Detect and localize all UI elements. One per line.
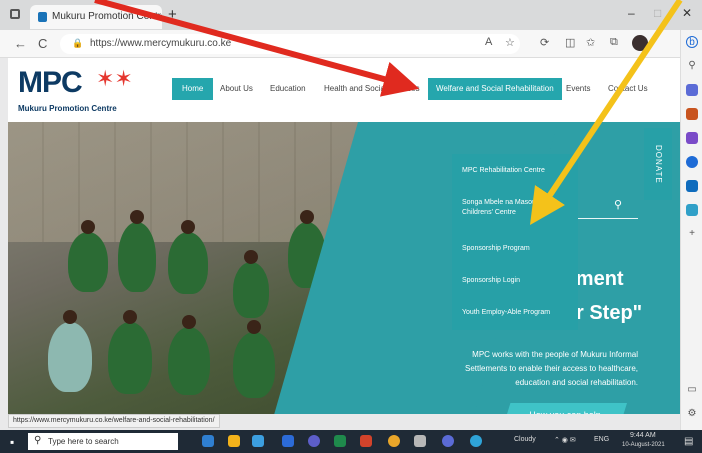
nav-contact[interactable]: Contact Us — [608, 78, 648, 100]
nav-events[interactable]: Events — [566, 78, 590, 100]
photo-child — [168, 220, 208, 294]
browser-tab-strip: Mukuru Promotion Centre × + – □ ✕ — [0, 0, 702, 30]
favorites-icon[interactable]: ✩ — [586, 36, 595, 49]
taskbar-search-placeholder: Type here to search — [48, 437, 119, 446]
site-search-icon[interactable]: ⚲ — [614, 198, 622, 211]
word-icon[interactable] — [282, 435, 294, 447]
app-icon[interactable] — [414, 435, 426, 447]
office-icon[interactable] — [686, 156, 698, 168]
search-icon[interactable]: ⚲ — [686, 60, 698, 72]
browser-tab[interactable]: Mukuru Promotion Centre × — [30, 5, 162, 29]
maximize-button[interactable]: □ — [654, 6, 661, 20]
tab-title: Mukuru Promotion Centre — [52, 11, 162, 22]
outlook-icon[interactable] — [686, 180, 698, 192]
skype-icon[interactable] — [308, 435, 320, 447]
edge-icon[interactable] — [470, 435, 482, 447]
photo-child — [48, 310, 92, 392]
tab-close-icon[interactable]: × — [150, 10, 156, 22]
logo-subtitle: Mukuru Promotion Centre — [18, 104, 117, 113]
profile-avatar[interactable] — [632, 35, 648, 51]
chrome-icon[interactable] — [388, 435, 400, 447]
back-button[interactable]: ← — [14, 36, 27, 51]
new-tab-button[interactable]: + — [168, 6, 177, 23]
photo-child — [233, 320, 275, 398]
weather-text[interactable]: Cloudy — [514, 436, 536, 443]
photo-child — [68, 220, 108, 292]
collections-icon[interactable]: ⧉ — [610, 36, 618, 49]
mail-icon[interactable] — [252, 435, 264, 447]
read-aloud-icon[interactable]: A — [485, 36, 492, 48]
nav-welfare[interactable]: Welfare and Social Rehabilitation — [428, 78, 562, 100]
hero-description: MPC works with the people of Mukuru Info… — [465, 350, 638, 387]
drop-icon[interactable] — [686, 204, 698, 216]
window-menu-icon[interactable] — [10, 9, 20, 19]
site-favicon-icon — [38, 12, 47, 22]
language-indicator[interactable]: ENG — [594, 436, 609, 443]
taskview-icon[interactable] — [202, 435, 214, 447]
lock-icon: 🔒 — [72, 38, 84, 48]
logo-figures-icon: ✶✶ — [96, 66, 133, 91]
hero-banner: ⚲ DONATE rment r Step" MPC works with th… — [8, 122, 680, 414]
nav-health[interactable]: Health and Social Services — [324, 78, 420, 100]
site-header: MPC ✶✶ Mukuru Promotion Centre Home Abou… — [8, 58, 680, 122]
edge-sidebar: b ⚲ + ▭ ⚙ — [680, 30, 702, 430]
file-explorer-icon[interactable] — [228, 435, 240, 447]
hero-title-line2: r Step" — [576, 302, 643, 324]
address-field[interactable]: 🔒 https://www.mercymukuru.co.ke — [60, 34, 520, 54]
taskbar-search[interactable]: ⚲ Type here to search — [28, 433, 178, 450]
how-you-can-help-button[interactable]: How you can help — [503, 403, 627, 414]
status-bar-url: https://www.mercymukuru.co.ke/welfare-an… — [8, 414, 220, 428]
minimize-button[interactable]: – — [628, 6, 635, 20]
photo-child — [118, 210, 156, 292]
donate-tab[interactable]: DONATE — [644, 128, 672, 200]
welfare-dropdown-menu: MPC Rehabilitation Centre Songa Mbele na… — [452, 154, 578, 330]
dropdown-item-rehab-centre[interactable]: MPC Rehabilitation Centre — [462, 166, 572, 176]
windows-taskbar: ▪ ⚲ Type here to search Cloudy ⌃ ◉ ✉ ENG… — [0, 430, 702, 453]
dropdown-item-songa-mbele[interactable]: Songa Mbele na Masomo Childrens' Centre — [462, 198, 572, 218]
excel-icon[interactable] — [334, 435, 346, 447]
photo-child — [108, 310, 152, 394]
clock-date[interactable]: 10-August-2021 — [622, 442, 665, 448]
photo-child — [168, 315, 210, 395]
split-screen-icon[interactable]: ◫ — [565, 36, 575, 49]
dropdown-item-youth-employ-able[interactable]: Youth Employ-Able Program — [462, 308, 572, 318]
nav-education[interactable]: Education — [270, 78, 306, 100]
site-logo[interactable]: MPC — [18, 66, 83, 100]
windows-start-icon[interactable]: ▪ — [10, 435, 14, 449]
close-window-button[interactable]: ✕ — [682, 6, 692, 20]
favorite-star-icon[interactable]: ☆ — [505, 36, 515, 49]
address-toolbar: ← C 🔒 https://www.mercymukuru.co.ke A ☆ … — [0, 30, 680, 58]
photo-child — [233, 250, 269, 318]
add-icon[interactable]: + — [686, 228, 698, 240]
extensions-icon[interactable]: ⟳ — [540, 36, 549, 49]
notifications-icon[interactable]: ▤ — [684, 436, 693, 447]
clock-time[interactable]: 9:44 AM — [630, 432, 656, 439]
nav-about[interactable]: About Us — [220, 78, 253, 100]
tray-icons[interactable]: ⌃ ◉ ✉ — [554, 436, 576, 444]
powerpoint-icon[interactable] — [360, 435, 372, 447]
dropdown-item-sponsorship-program[interactable]: Sponsorship Program — [462, 244, 572, 254]
toolbox-icon[interactable] — [686, 108, 698, 120]
bing-chat-icon[interactable]: b — [686, 36, 698, 48]
teams-icon[interactable] — [442, 435, 454, 447]
refresh-button[interactable]: C — [38, 36, 47, 51]
nav-home[interactable]: Home — [172, 78, 214, 100]
dropdown-item-sponsorship-login[interactable]: Sponsorship Login — [462, 276, 572, 286]
games-icon[interactable] — [686, 132, 698, 144]
taskbar-search-icon: ⚲ — [34, 435, 42, 446]
url-text: https://www.mercymukuru.co.ke — [90, 38, 232, 49]
sidebar-layout-icon[interactable]: ▭ — [686, 384, 698, 396]
web-page: MPC ✶✶ Mukuru Promotion Centre Home Abou… — [8, 58, 680, 414]
tag-icon[interactable] — [686, 84, 698, 96]
settings-gear-icon[interactable]: ⚙ — [686, 408, 698, 420]
